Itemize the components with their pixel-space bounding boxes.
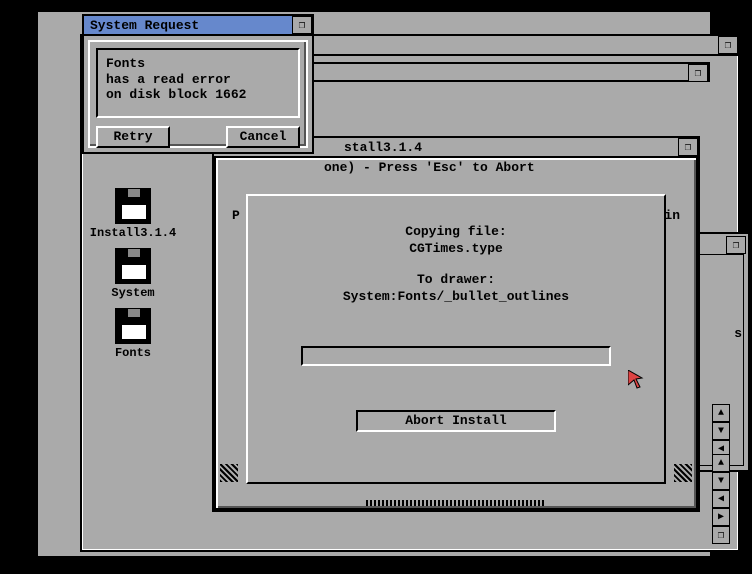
floppy-icon (115, 308, 151, 344)
sysreq-msg-line2: has a read error (106, 72, 290, 88)
disk-icon-system[interactable]: System (94, 248, 172, 300)
disk-label: Install3.1.4 (90, 226, 176, 240)
abort-install-button[interactable]: Abort Install (356, 410, 556, 432)
to-drawer-label: To drawer: (417, 272, 495, 289)
disk-label: System (111, 286, 154, 300)
installer-panel: Copying file: CGTimes.type To drawer: Sy… (246, 194, 666, 484)
depth-gadget-icon[interactable] (718, 36, 738, 54)
copying-label: Copying file: (405, 224, 506, 241)
drag-handle-icon[interactable] (220, 464, 238, 482)
disk-icon-install[interactable]: Install3.1.4 (94, 188, 172, 240)
floppy-icon (115, 188, 151, 224)
sysreq-title: System Request (84, 18, 292, 33)
retry-button[interactable]: Retry (96, 126, 170, 148)
arrow-up-icon[interactable]: ▲ (712, 454, 730, 472)
disk-label: Fonts (115, 346, 151, 360)
panel-left-letter: P (232, 208, 240, 223)
drag-handle-icon[interactable] (366, 500, 546, 506)
arrow-down-icon[interactable]: ▼ (712, 472, 730, 490)
arrow-left-icon[interactable]: ◀ (712, 490, 730, 508)
disk-icon-column: Install3.1.4 System Fonts (94, 188, 172, 360)
depth-gadget-icon[interactable] (688, 64, 708, 82)
system-request-dialog: System Request Fonts has a read error on… (82, 14, 314, 154)
desktop: Install3.1.4 System Fonts s ▲ ▼ (38, 12, 710, 556)
floppy-icon (115, 248, 151, 284)
disk-icon-fonts[interactable]: Fonts (94, 308, 172, 360)
sysreq-msg-line3: on disk block 1662 (106, 87, 290, 103)
depth-gadget-icon[interactable] (726, 236, 746, 254)
fragment-letter: s (734, 326, 742, 341)
arrow-up-icon[interactable]: ▲ (712, 404, 730, 422)
sysreq-titlebar[interactable]: System Request (84, 16, 312, 36)
arrow-down-icon[interactable]: ▼ (712, 422, 730, 440)
progress-bar (301, 346, 611, 366)
depth-gadget-icon[interactable] (678, 138, 698, 156)
depth-gadget-icon[interactable] (292, 16, 312, 34)
installer-window: stall3.1.4 one) - Press 'Esc' to Abort P… (212, 136, 700, 512)
arrow-right-icon[interactable]: ▶ (712, 508, 730, 526)
cancel-button[interactable]: Cancel (226, 126, 300, 148)
to-drawer-path: System:Fonts/_bullet_outlines (343, 289, 569, 306)
panel-right-letters: in (664, 208, 680, 223)
size-gadget-icon[interactable] (712, 526, 730, 544)
sysreq-msg-line1: Fonts (106, 56, 290, 72)
drag-handle-icon[interactable] (674, 464, 692, 482)
copying-file: CGTimes.type (409, 241, 503, 258)
sysreq-message: Fonts has a read error on disk block 166… (96, 48, 300, 118)
scroll-arrows-bg: ▲ ▼ ◀ ▶ (712, 454, 730, 544)
